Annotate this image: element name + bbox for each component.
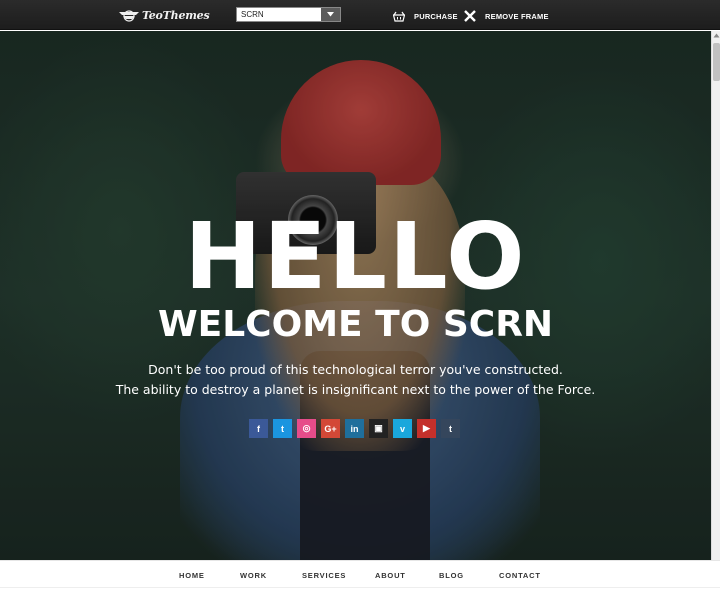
nav-item-services[interactable]: SERVICES [302,571,346,580]
hero-tagline-line1: Don't be too proud of this technological… [148,362,563,377]
nav-divider [0,587,720,588]
instagram-icon[interactable]: ▣ [369,419,388,438]
nav-item-home[interactable]: HOME [179,571,205,580]
close-icon [464,10,476,22]
hero-tagline-line2: The ability to destroy a planet is insig… [115,382,596,397]
chevron-down-icon[interactable] [321,8,340,21]
basket-icon [393,11,405,22]
purchase-label: PURCHASE [414,11,458,21]
vimeo-icon[interactable]: v [393,419,412,438]
remove-frame-label: REMOVE FRAME [485,11,549,21]
scroll-up-arrow-icon[interactable] [713,32,720,39]
tumblr-icon[interactable]: t [441,419,460,438]
hero-section: HELLO WELCOME TO SCRN Don't be too proud… [0,31,711,560]
main-nav: HOME WORK SERVICES ABOUT BLOG CONTACT [0,560,720,600]
logo-text: TeoThemes [142,9,210,22]
teothemes-logo[interactable]: TeoThemes [118,7,210,24]
remove-frame-button[interactable]: REMOVE FRAME [464,8,549,24]
nav-item-blog[interactable]: BLOG [439,571,464,580]
twitter-icon[interactable]: t [273,419,292,438]
youtube-icon[interactable]: ▶ [417,419,436,438]
scrollbar-thumb[interactable] [713,43,720,81]
purchase-button[interactable]: PURCHASE [393,8,458,24]
theme-select[interactable]: SCRN [236,7,341,22]
theme-select-value: SCRN [241,10,264,19]
logo-emblem-icon [119,9,139,22]
social-links: f t ◎ G+ in ▣ v ▶ t [249,419,460,438]
linkedin-icon[interactable]: in [345,419,364,438]
nav-item-contact[interactable]: CONTACT [499,571,541,580]
hero-heading: HELLO [184,203,527,310]
google-plus-icon[interactable]: G+ [321,419,340,438]
nav-item-about[interactable]: ABOUT [375,571,406,580]
nav-item-work[interactable]: WORK [240,571,267,580]
vertical-scrollbar[interactable] [711,31,720,560]
hero-subheading: WELCOME TO SCRN [157,304,554,345]
dribbble-icon[interactable]: ◎ [297,419,316,438]
facebook-icon[interactable]: f [249,419,268,438]
top-bar: TeoThemes SCRN PURCHASE REMOVE FRAME [0,0,720,30]
